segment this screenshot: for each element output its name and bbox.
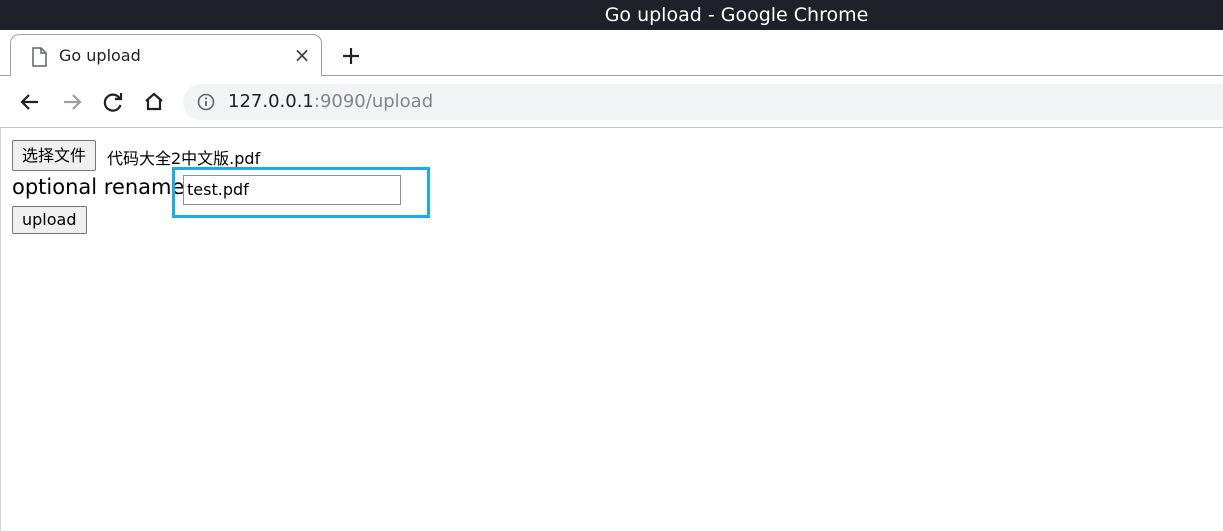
reload-icon[interactable] [99,88,127,116]
upload-button[interactable]: upload [12,206,87,234]
rename-label: optional rename: [12,175,192,199]
window-title: Go upload - Google Chrome [604,4,869,26]
back-arrow-icon[interactable] [16,88,44,116]
plus-icon[interactable] [338,43,364,69]
highlight-box [172,167,430,218]
page-icon [32,47,47,67]
url-path: :9090/upload [313,91,434,112]
url-host: 127.0.0.1 [228,91,314,112]
url-text[interactable]: 127.0.0.1:9090/upload [228,91,433,112]
selected-file-name: 代码大全2中文版.pdf [107,149,261,168]
browser-toolbar: 127.0.0.1:9090/upload [0,76,1223,128]
tab-go-upload[interactable]: Go upload × [10,34,322,77]
address-bar[interactable]: 127.0.0.1:9090/upload [183,84,1223,120]
info-icon[interactable] [197,93,215,111]
home-icon[interactable] [140,88,168,116]
forward-arrow-icon[interactable] [58,88,86,116]
window-titlebar: Go upload - Google Chrome [0,0,1223,30]
tab-strip: Go upload × [0,30,1223,77]
tab-title: Go upload [59,46,141,65]
close-icon[interactable]: × [292,45,312,65]
choose-file-button[interactable]: 选择文件 [12,140,97,171]
page-content: 选择文件 代码大全2中文版.pdf optional rename: test.… [0,128,1223,531]
